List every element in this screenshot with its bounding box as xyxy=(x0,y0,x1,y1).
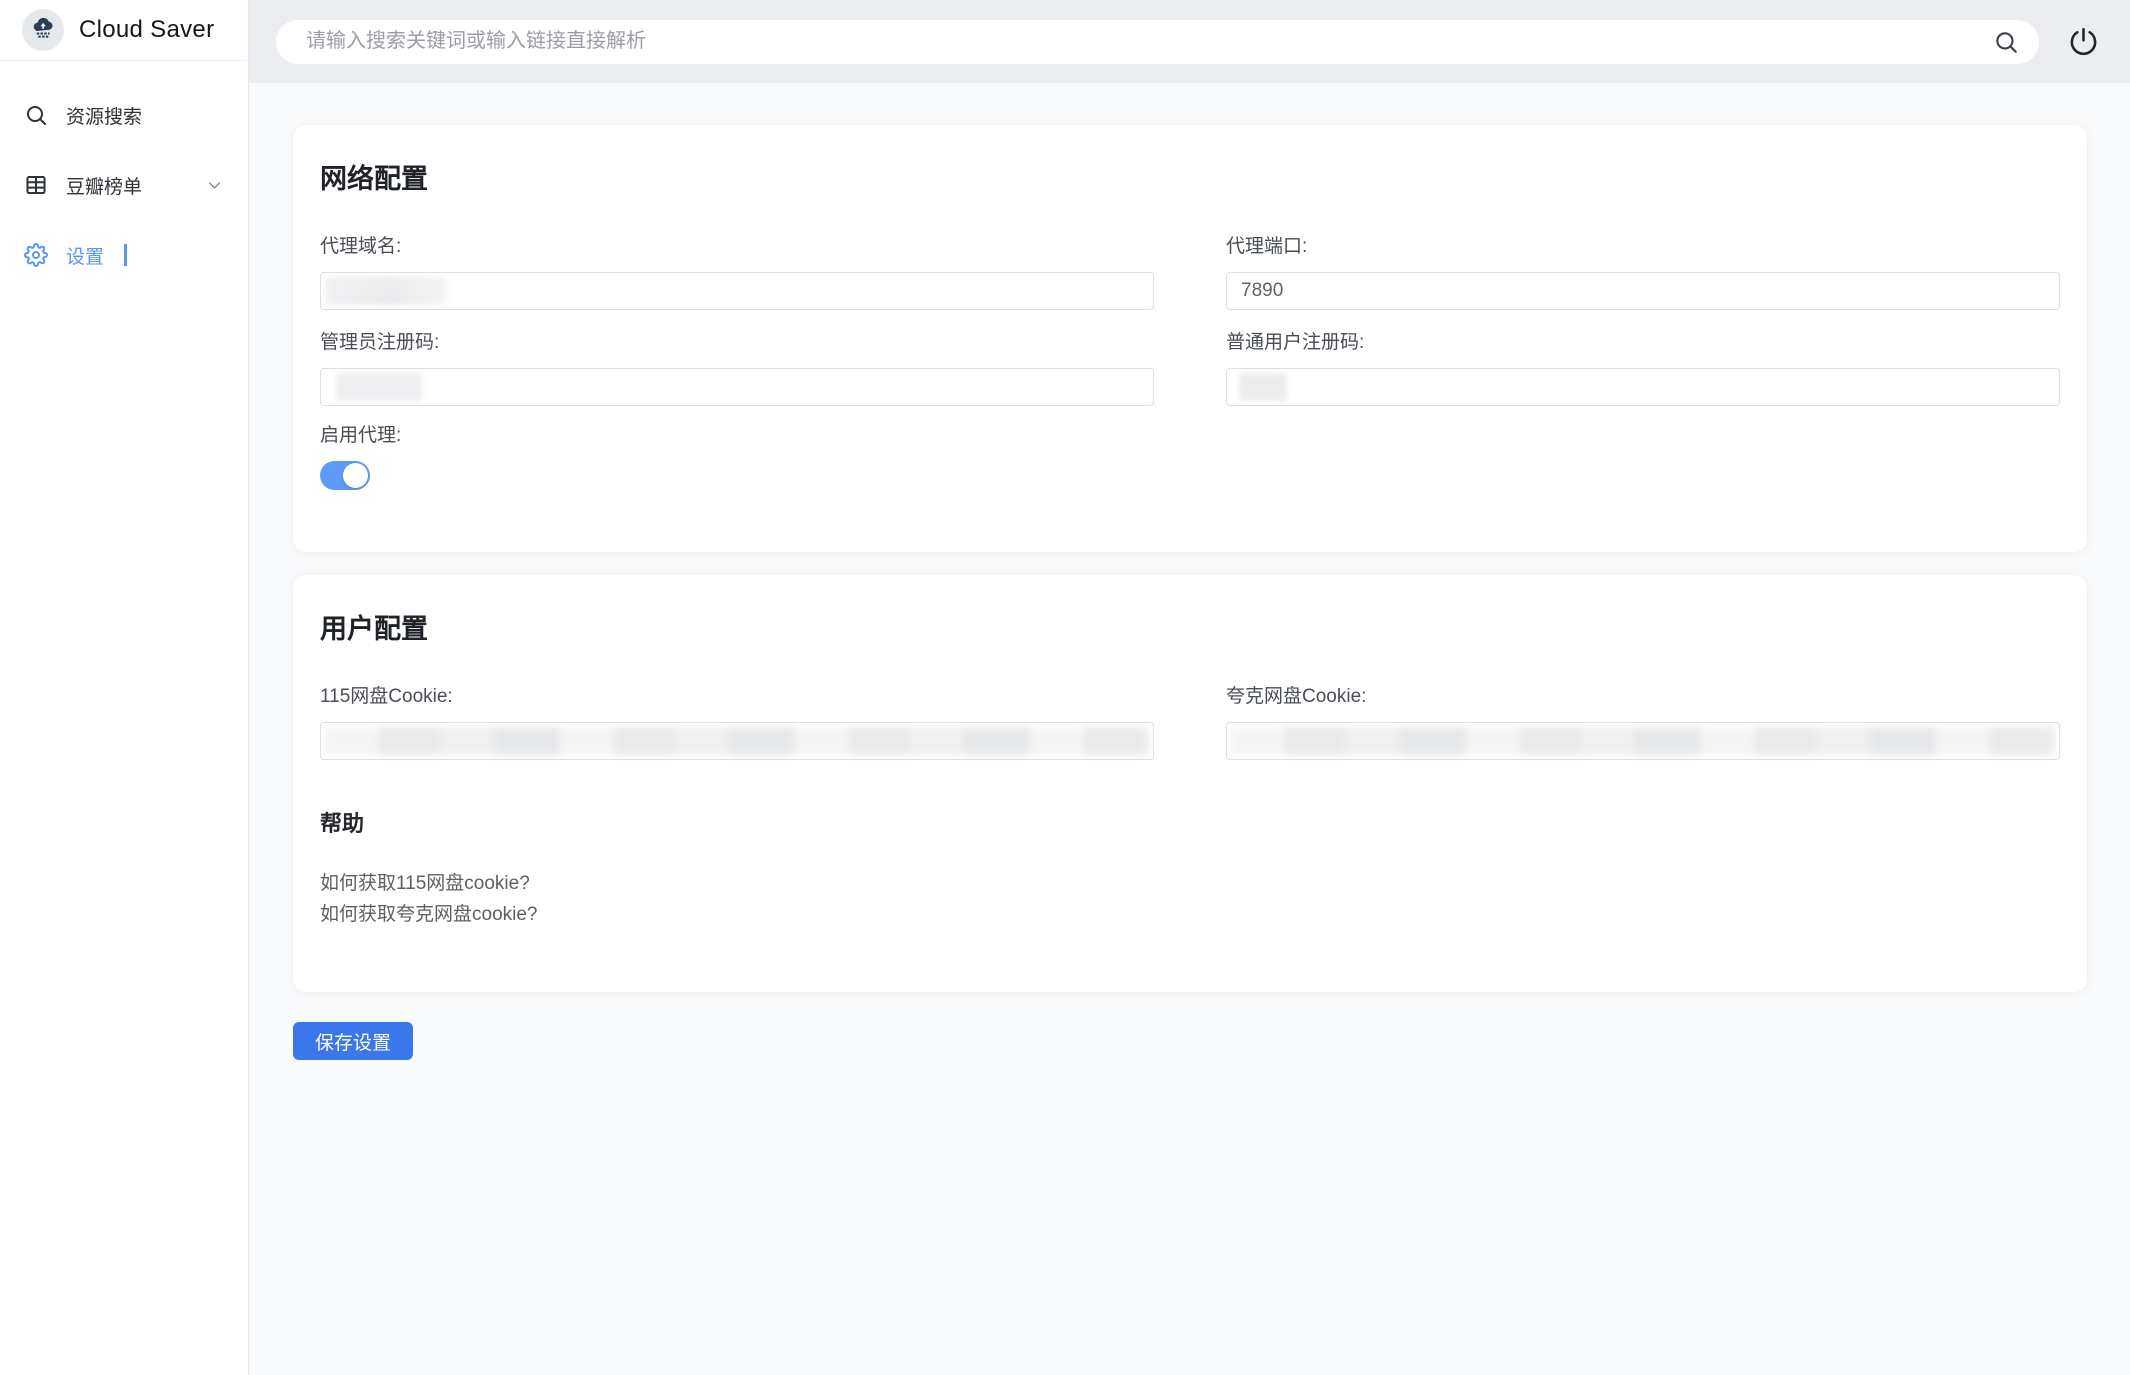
global-search-bar xyxy=(276,20,2039,64)
logout-power-button[interactable] xyxy=(2063,22,2103,62)
main-area: 网络配置 代理域名: 代理端口: xyxy=(249,0,2130,1375)
network-config-form: 代理域名: 代理端口: 管理员注册码: xyxy=(320,235,2060,406)
sidebar-item-label: 资源搜索 xyxy=(66,102,142,129)
admin-register-code-field: 管理员注册码: xyxy=(320,331,1154,406)
save-settings-button[interactable]: 保存设置 xyxy=(293,1022,413,1060)
app-window: Cloud Saver 资源搜索 豆瓣榜单 xyxy=(0,0,2130,1375)
proxy-port-field: 代理端口: xyxy=(1226,235,2060,310)
enable-proxy-label: 启用代理: xyxy=(320,424,2060,448)
sidebar-item-label: 设置 xyxy=(66,242,104,269)
admin-register-code-label: 管理员注册码: xyxy=(320,331,1154,355)
proxy-domain-label: 代理域名: xyxy=(320,235,1154,259)
sidebar: Cloud Saver 资源搜索 豆瓣榜单 xyxy=(0,0,249,1375)
sidebar-item-settings[interactable]: 设置 xyxy=(0,227,248,283)
help-title: 帮助 xyxy=(320,806,2060,838)
chevron-down-icon xyxy=(205,176,224,195)
user-config-card: 用户配置 115网盘Cookie: 夸克网盘Cookie: xyxy=(293,575,2087,992)
cookie-115-input[interactable] xyxy=(320,722,1154,760)
sidebar-item-douban-list[interactable]: 豆瓣榜单 xyxy=(0,157,248,213)
text-caret xyxy=(124,244,127,266)
network-config-title: 网络配置 xyxy=(320,159,2060,199)
admin-register-code-input[interactable] xyxy=(320,368,1154,406)
sidebar-item-label: 豆瓣榜单 xyxy=(66,172,142,199)
app-logo-row: Cloud Saver xyxy=(0,0,248,61)
cookie-115-field: 115网盘Cookie: xyxy=(320,685,1154,760)
cloud-saver-logo-icon xyxy=(22,9,64,51)
search-icon xyxy=(24,103,48,127)
search-icon[interactable] xyxy=(1993,29,2019,55)
proxy-domain-field: 代理域名: xyxy=(320,235,1154,310)
cookie-quark-field: 夸克网盘Cookie: xyxy=(1226,685,2060,760)
grid-icon xyxy=(24,173,48,197)
help-link-quark-cookie[interactable]: 如何获取夸克网盘cookie? xyxy=(320,899,538,930)
cookie-quark-input[interactable] xyxy=(1226,722,2060,760)
help-link-115-cookie[interactable]: 如何获取115网盘cookie? xyxy=(320,868,530,899)
user-config-form: 115网盘Cookie: 夸克网盘Cookie: xyxy=(320,685,2060,760)
network-config-card: 网络配置 代理域名: 代理端口: xyxy=(293,125,2087,552)
user-register-code-field: 普通用户注册码: xyxy=(1226,331,2060,406)
proxy-domain-input[interactable] xyxy=(320,272,1154,310)
gear-icon xyxy=(24,243,48,267)
top-bar xyxy=(249,0,2130,83)
search-input[interactable] xyxy=(276,30,2039,53)
toggle-knob xyxy=(343,463,368,488)
proxy-port-label: 代理端口: xyxy=(1226,235,2060,259)
enable-proxy-toggle[interactable] xyxy=(320,461,370,490)
cookie-quark-label: 夸克网盘Cookie: xyxy=(1226,685,2060,709)
cookie-115-label: 115网盘Cookie: xyxy=(320,685,1154,709)
power-icon xyxy=(2068,26,2099,57)
proxy-port-input[interactable] xyxy=(1226,272,2060,310)
enable-proxy-field: 启用代理: xyxy=(320,424,2060,490)
app-title: Cloud Saver xyxy=(79,16,214,44)
settings-page: 网络配置 代理域名: 代理端口: xyxy=(249,83,2130,1375)
user-register-code-label: 普通用户注册码: xyxy=(1226,331,2060,355)
sidebar-nav: 资源搜索 豆瓣榜单 设置 xyxy=(0,61,248,283)
user-config-title: 用户配置 xyxy=(320,609,2060,649)
sidebar-item-resource-search[interactable]: 资源搜索 xyxy=(0,87,248,143)
user-register-code-input[interactable] xyxy=(1226,368,2060,406)
